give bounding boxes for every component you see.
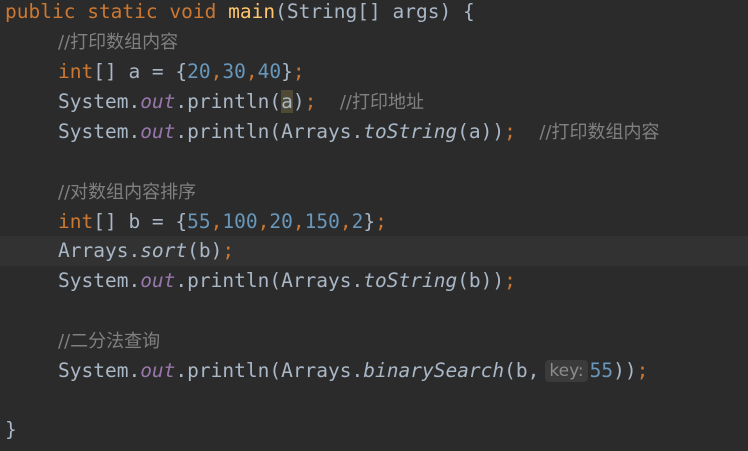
semicolon: ; [504, 269, 516, 292]
code-line-arrays-sort-current[interactable]: Arrays.sort(b); [0, 236, 748, 266]
code-line-int-array-a[interactable]: int[] a = {20,30,40}; [0, 57, 748, 87]
comma: , [245, 60, 258, 83]
parameter-hint-key: key: [545, 360, 588, 382]
keyword-public: public [5, 0, 76, 23]
open-brace: { [462, 0, 475, 23]
number-literal: 55 [589, 359, 614, 382]
number-literal: 100 [222, 210, 258, 233]
semicolon: ; [292, 60, 305, 83]
comma: , [257, 210, 270, 233]
semicolon: ; [304, 90, 317, 113]
close-brace: } [281, 60, 293, 83]
println-call: .println(Arrays. [175, 269, 364, 292]
method-tostring: toString [363, 120, 458, 143]
comma: , [210, 60, 223, 83]
array-decl: [] a = { [93, 60, 188, 83]
code-line-empty[interactable] [0, 147, 748, 177]
code-line-println-tostring-b[interactable]: System.out.println(Arrays.toString(b)); [0, 266, 748, 296]
code-line-int-array-b[interactable]: int[] b = {55,100,20,150,2}; [0, 207, 748, 237]
keyword-int: int [58, 60, 94, 83]
code-line-comment-print-array[interactable]: //打印数组内容 [0, 27, 748, 57]
semicolon: ; [375, 210, 387, 233]
call-args-close: )) [613, 359, 637, 382]
number-literal: 2 [351, 210, 364, 233]
code-line-println-binary-search[interactable]: System.out.println(Arrays.binarySearch(b… [0, 356, 748, 386]
arrays-class: Arrays. [58, 239, 141, 262]
system-class: System. [58, 120, 141, 143]
comment: //打印数组内容 [58, 32, 179, 53]
code-line-println-a[interactable]: System.out.println(a); //打印地址 [0, 87, 748, 117]
method-params: (String[] args) [275, 0, 463, 23]
system-class: System. [58, 359, 141, 382]
call-args: (a)) [457, 120, 505, 143]
println-call: .println(Arrays. [175, 120, 364, 143]
field-out: out [140, 120, 176, 143]
field-out: out [140, 90, 176, 113]
comma: , [210, 210, 223, 233]
code-line-comment-binary-search[interactable]: //二分法查询 [0, 326, 748, 356]
field-out: out [140, 269, 176, 292]
method-name-main: main [228, 0, 276, 23]
keyword-int: int [58, 210, 94, 233]
code-line-method-signature[interactable]: public static void main(String[] args) { [0, 0, 748, 27]
println-call: .println( [175, 90, 282, 113]
close-brace: } [5, 418, 17, 441]
comma: , [339, 210, 352, 233]
code-editor[interactable]: public static void main(String[] args) {… [0, 0, 748, 451]
comment: //打印地址 [339, 92, 424, 113]
call-args: (b) [187, 239, 223, 262]
keyword-void: void [169, 0, 217, 23]
close-paren: ) [292, 90, 305, 113]
close-brace: } [363, 210, 376, 233]
code-line-closing-brace[interactable]: } [0, 415, 748, 445]
comma: , [292, 210, 305, 233]
comment: //对数组内容排序 [58, 182, 197, 203]
code-line-comment-sort[interactable]: //对数组内容排序 [0, 177, 748, 207]
call-args-open: (b, [504, 359, 540, 382]
number-literal: 20 [187, 60, 211, 83]
number-literal: 55 [187, 210, 211, 233]
comment: //打印数组内容 [539, 122, 660, 143]
number-literal: 20 [269, 210, 293, 233]
code-line-empty[interactable] [0, 296, 748, 326]
code-line-println-tostring-a[interactable]: System.out.println(Arrays.toString(a)); … [0, 117, 748, 147]
number-literal: 30 [222, 60, 246, 83]
semicolon: ; [222, 239, 235, 262]
semicolon: ; [636, 359, 649, 382]
number-literal: 40 [257, 60, 282, 83]
code-line-empty[interactable] [0, 386, 748, 416]
println-call: .println(Arrays. [175, 359, 364, 382]
keyword-static: static [87, 0, 158, 23]
comment: //二分法查询 [58, 331, 161, 352]
number-literal: 150 [304, 210, 340, 233]
system-class: System. [58, 269, 141, 292]
method-sort: sort [140, 239, 188, 262]
method-tostring: toString [363, 269, 458, 292]
variable-a-highlighted: a [281, 90, 293, 113]
call-args: (b)) [457, 269, 505, 292]
field-out: out [140, 359, 176, 382]
method-binary-search: binarySearch [363, 359, 505, 382]
array-decl: [] b = { [93, 210, 188, 233]
system-class: System. [58, 90, 141, 113]
semicolon: ; [504, 120, 516, 143]
